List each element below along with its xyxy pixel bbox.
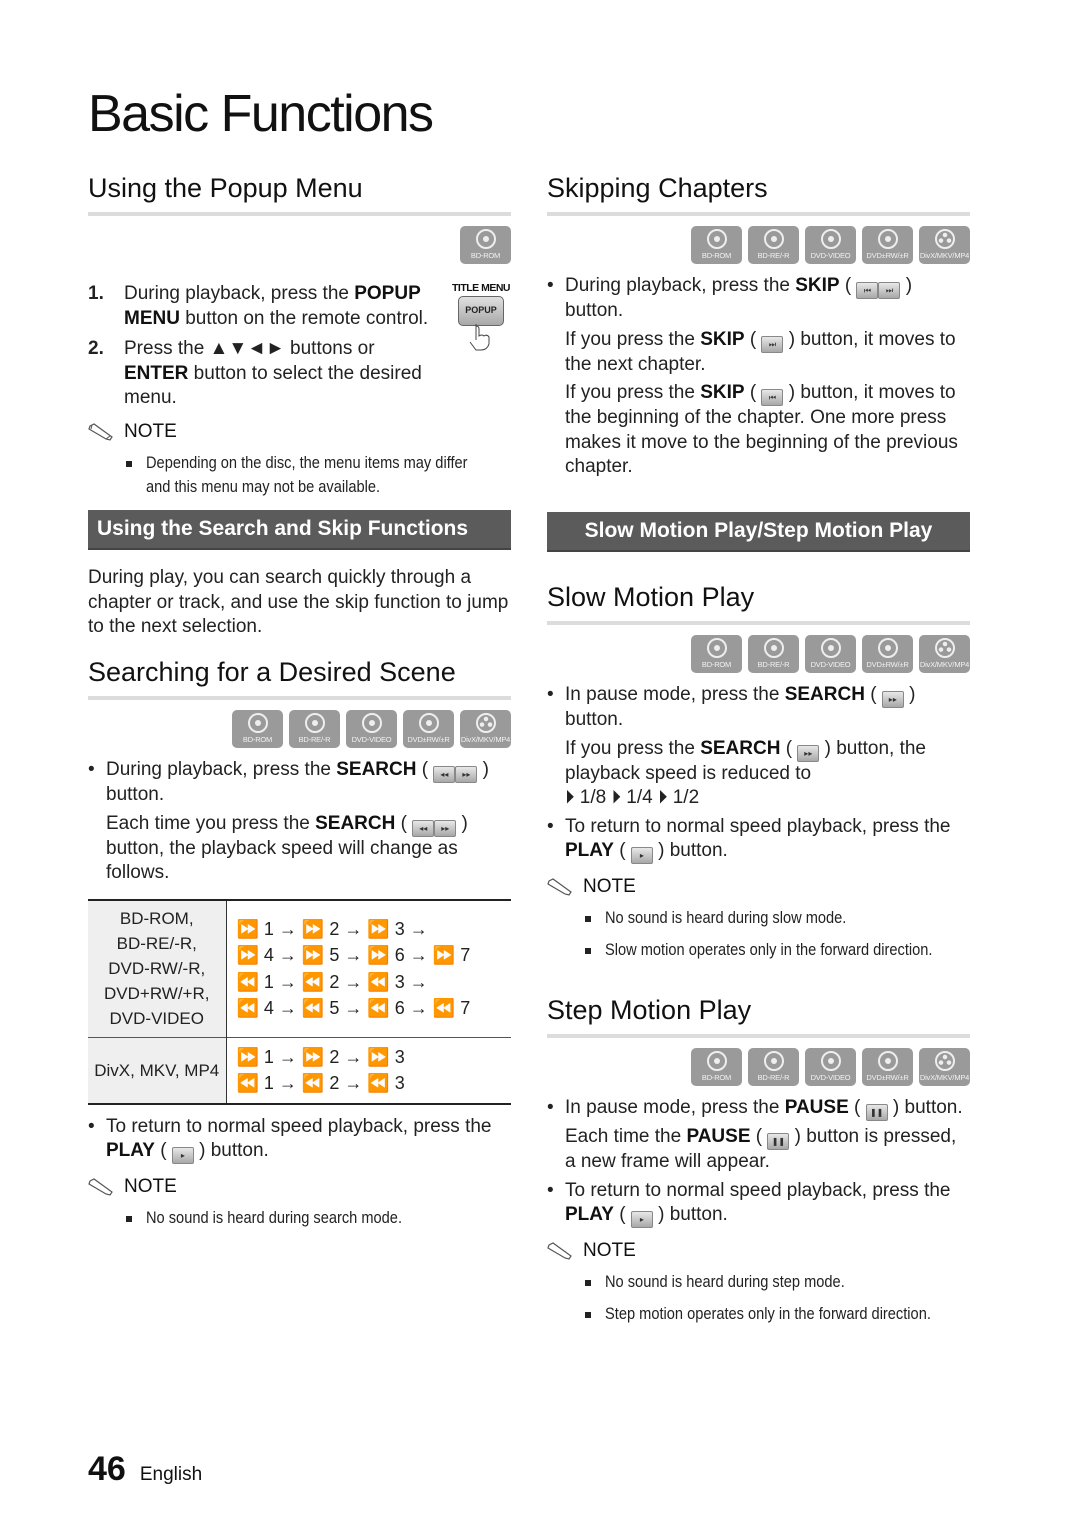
pencil-note-icon: [547, 1242, 572, 1260]
note-heading: NOTE: [88, 1176, 511, 1198]
dvd-rw-disc-icon: DVD±RW/±R: [862, 1048, 913, 1086]
intro-text: During play, you can search quickly thro…: [88, 567, 509, 637]
section-heading: Slow Motion Play: [547, 581, 970, 625]
pencil-note-icon: [88, 422, 113, 441]
fast-forward-button-icon: ▸▸: [434, 819, 457, 837]
continuation-text: Each time you press the SEARCH ( ◂◂ ▸▸ ) …: [106, 812, 468, 884]
disc-icons: BD-ROM BD-RE/-R DVD-VIDEO DVD±RW/±R DivX…: [88, 710, 511, 748]
dvd-rw-disc-icon: DVD±RW/±R: [862, 226, 913, 264]
bd-rom-disc-icon: BD-ROM: [691, 1048, 742, 1086]
sequence-cell: ⏩ 1 → ⏩ 2 → ⏩ 3 ⏪ 1 → ⏪ 2 → ⏪ 3: [226, 1037, 511, 1104]
bullet-item: To return to normal speed playback, pres…: [547, 1179, 970, 1228]
sequence-cell: ⏩ 1 → ⏩ 2 → ⏩ 3 → ⏩ 4 → ⏩ 5 → ⏩ 6 → ⏩ 7 ⏪ …: [236, 918, 471, 1019]
hand-pointer-icon: [469, 324, 490, 351]
table-row: DivX, MKV, MP4 ⏩ 1 → ⏩ 2 → ⏩ 3 ⏪ 1 → ⏪ 2 …: [88, 1037, 511, 1104]
bd-rom-disc-icon: BD-ROM: [691, 226, 742, 264]
bullet-item: During playback, press the SKIP ( ⏮⏭ ) b…: [547, 274, 970, 324]
pause-button-icon: ❚❚: [865, 1104, 888, 1121]
divx-reel-icon: DivX/MKV/MP4: [460, 710, 511, 748]
step-motion-section: Step Motion Play BD-ROM BD-RE/-R DVD-VID…: [547, 994, 970, 1326]
table-row: BD-ROM, BD-RE/-R, DVD-RW/-R, DVD+RW/+R, DVD-…: [88, 899, 511, 1038]
note-heading: NOTE: [88, 421, 511, 443]
skip-forward-button-icon: ⏭: [878, 282, 901, 299]
page-title: Basic Functions: [88, 85, 434, 143]
bd-re-disc-icon: BD-RE/-R: [289, 710, 340, 748]
pencil-note-icon: [547, 878, 572, 896]
section-band: Slow Motion Play/Step Motion Play: [547, 512, 970, 552]
bd-rom-disc-icon: BD-ROM: [232, 710, 283, 748]
rewind-button-icon: ◂◂: [412, 819, 435, 837]
note-heading: NOTE: [547, 1240, 970, 1262]
note-item: No sound is heard during slow mode.: [547, 906, 970, 930]
searching-section: Searching for a Desired Scene BD-ROM BD-…: [88, 656, 511, 1230]
disc-icons: BD-ROM BD-RE/-R DVD-VIDEO DVD±RW/±R DivX…: [547, 1048, 970, 1086]
pause-button-icon: ❚❚: [767, 1133, 790, 1150]
bullet-item: During playback, press the SEARCH ( ◂◂▸▸…: [88, 758, 511, 808]
disc-icons: BD-ROM BD-RE/-R DVD-VIDEO DVD±RW/±R DivX…: [547, 226, 970, 264]
section-heading: Skipping Chapters: [547, 172, 970, 216]
bullet-item: In pause mode, press the PAUSE ( ❚❚ ) bu…: [547, 1096, 970, 1121]
step-2: 2. Press the ▲▼◄► buttons or ENTER button…: [88, 338, 422, 408]
divx-reel-icon: DivX/MKV/MP4: [919, 1048, 970, 1086]
continuation-text: If you press the SKIP ( ⏭ ) button, it m…: [565, 328, 956, 375]
device-cell: DivX, MKV, MP4: [88, 1037, 227, 1104]
dvd-video-disc-icon: DVD-VIDEO: [805, 226, 856, 264]
device-cell: BD-ROM, BD-RE/-R, DVD-RW/-R, DVD+RW/+R, DVD-…: [88, 899, 227, 1038]
dvd-rw-disc-icon: DVD±RW/±R: [862, 635, 913, 673]
bullet-item: To return to normal speed playback, pres…: [88, 1115, 511, 1164]
note-item: Slow motion operates only in the forward…: [547, 938, 970, 962]
play-button-icon: ▸: [171, 1147, 194, 1164]
disc-icons: BD-ROM BD-RE/-R DVD-VIDEO DVD±RW/±R DivX…: [547, 635, 970, 673]
skip-forward-button-icon: ⏭: [761, 335, 784, 353]
slow-speeds: ⏵ 1/8 ⏵ 1/4 ⏵ 1/2: [565, 787, 700, 808]
language-label: English: [139, 1464, 203, 1485]
section-heading: Step Motion Play: [547, 994, 970, 1038]
remote-popup-button-illustration: TITLE MENU POPUP: [451, 282, 511, 357]
bd-re-disc-icon: BD-RE/-R: [748, 635, 799, 673]
pencil-note-icon: [88, 1178, 113, 1196]
dvd-rw-disc-icon: DVD±RW/±R: [403, 710, 454, 748]
bd-rom-disc-icon: BD-ROM: [460, 226, 511, 264]
bd-rom-disc-icon: BD-ROM: [691, 635, 742, 673]
divx-reel-icon: DivX/MKV/MP4: [919, 635, 970, 673]
fast-forward-button-icon: ▸▸: [455, 766, 478, 783]
skip-back-button-icon: ⏮: [761, 389, 784, 406]
fast-forward-button-icon: ▸▸: [881, 691, 904, 708]
bullet-item: To return to normal speed playback, pres…: [547, 815, 970, 864]
bd-re-disc-icon: BD-RE/-R: [748, 226, 799, 264]
divx-reel-icon: DivX/MKV/MP4: [919, 226, 970, 264]
note-item: No sound is heard during search mode.: [88, 1206, 511, 1230]
play-button-icon: ▸: [630, 847, 653, 864]
dvd-video-disc-icon: DVD-VIDEO: [805, 1048, 856, 1086]
dvd-video-disc-icon: DVD-VIDEO: [346, 710, 397, 748]
bd-re-disc-icon: BD-RE/-R: [748, 1048, 799, 1086]
play-button-icon: ▸: [630, 1211, 653, 1228]
rewind-button-icon: ◂◂: [433, 766, 456, 783]
step-1: 1. During playback, press the POPUP MENU …: [88, 283, 429, 329]
note-item: Depending on the disc, the menu items ma…: [88, 451, 511, 499]
popup-menu-section: Using the Popup Menu BD-ROM TITLE MENU P…: [88, 172, 511, 499]
note-heading: NOTE: [547, 876, 970, 898]
skipping-section: Skipping Chapters BD-ROM BD-RE/-R DVD-VI…: [547, 172, 970, 480]
page-footer: 46 English: [88, 1450, 202, 1489]
dvd-video-disc-icon: DVD-VIDEO: [805, 635, 856, 673]
continuation-text: Each time the PAUSE ( ❚❚ ) button is pre…: [565, 1126, 957, 1172]
section-band: Using the Search and Skip Functions: [88, 510, 511, 550]
search-speed-table: BD-ROM, BD-RE/-R, DVD-RW/-R, DVD+RW/+R, DVD-…: [88, 898, 511, 1105]
page-number: 46: [88, 1450, 126, 1488]
disc-icons: BD-ROM: [88, 226, 511, 264]
section-heading: Searching for a Desired Scene: [88, 656, 511, 700]
note-item: No sound is heard during step mode.: [547, 1270, 970, 1294]
continuation-text: If you press the SKIP ( ⏮ ) button, it m…: [565, 382, 958, 477]
search-skip-section: Using the Search and Skip Functions Duri…: [88, 510, 511, 640]
note-item: Step motion operates only in the forward…: [547, 1302, 970, 1326]
continuation-text: If you press the SEARCH ( ▸▸ ) button, t…: [565, 737, 926, 809]
section-heading: Using the Popup Menu: [88, 172, 511, 216]
skip-back-button-icon: ⏮: [856, 282, 879, 299]
fast-forward-button-icon: ▸▸: [797, 744, 820, 762]
slow-step-section: Slow Motion Play/Step Motion Play: [547, 512, 970, 552]
bullet-item: In pause mode, press the SEARCH ( ▸▸ ) b…: [547, 683, 970, 733]
slow-motion-section: Slow Motion Play BD-ROM BD-RE/-R DVD-VID…: [547, 581, 970, 962]
